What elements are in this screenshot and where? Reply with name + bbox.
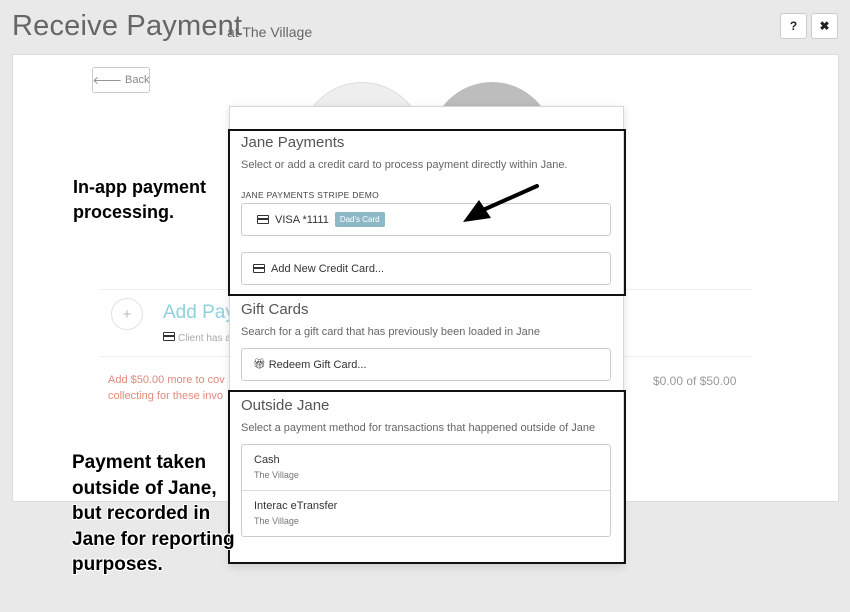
annotation-line: outside of Jane, [72,477,217,499]
close-button[interactable]: ✖ [811,13,838,39]
redeem-label: Redeem Gift Card... [268,358,367,371]
annotation-line: In-app payment [73,177,207,197]
page-title: Receive Payment [12,10,243,42]
back-button[interactable]: 🡐 Back [92,67,150,93]
add-payment-label[interactable]: Add Pay [163,302,235,324]
annotation-line: Jane for reporting [72,528,235,550]
gift-icon: 🎁︎ [253,359,266,370]
arrow-left-icon: 🡐 [92,75,123,87]
gift-cards-description: Search for a gift card that has previous… [241,326,541,338]
gift-cards-title: Gift Cards [241,301,309,318]
warning-line-1: Add $50.00 more to cov [108,374,225,386]
annotation-arrow-icon [463,184,539,222]
client-note: Client has a c [163,332,239,344]
add-payment-icon[interactable]: + [111,298,143,330]
outside-jane-highlight-box [228,390,626,564]
annotation-line: but recorded in [72,503,211,524]
annotation-line: Payment taken [72,452,207,473]
jane-payments-highlight-box [228,129,626,296]
page-subtitle: at The Village [227,24,313,40]
annotation-outside: Payment taken outside of Jane, but recor… [72,450,235,578]
annotation-in-app: In-app payment processing. [73,175,206,225]
balance-warning: Add $50.00 more to cov collecting for th… [108,372,238,404]
warning-line-2: collecting for these invo [108,390,223,402]
annotation-line: processing. [73,202,175,222]
amount-summary: $0.00 of $50.00 [653,374,737,388]
redeem-gift-card-button[interactable]: 🎁︎ Redeem Gift Card... [241,348,611,381]
back-label: Back [125,74,150,86]
credit-card-icon [163,332,175,341]
help-button[interactable]: ? [780,13,807,39]
annotation-line: purposes. [72,554,163,575]
